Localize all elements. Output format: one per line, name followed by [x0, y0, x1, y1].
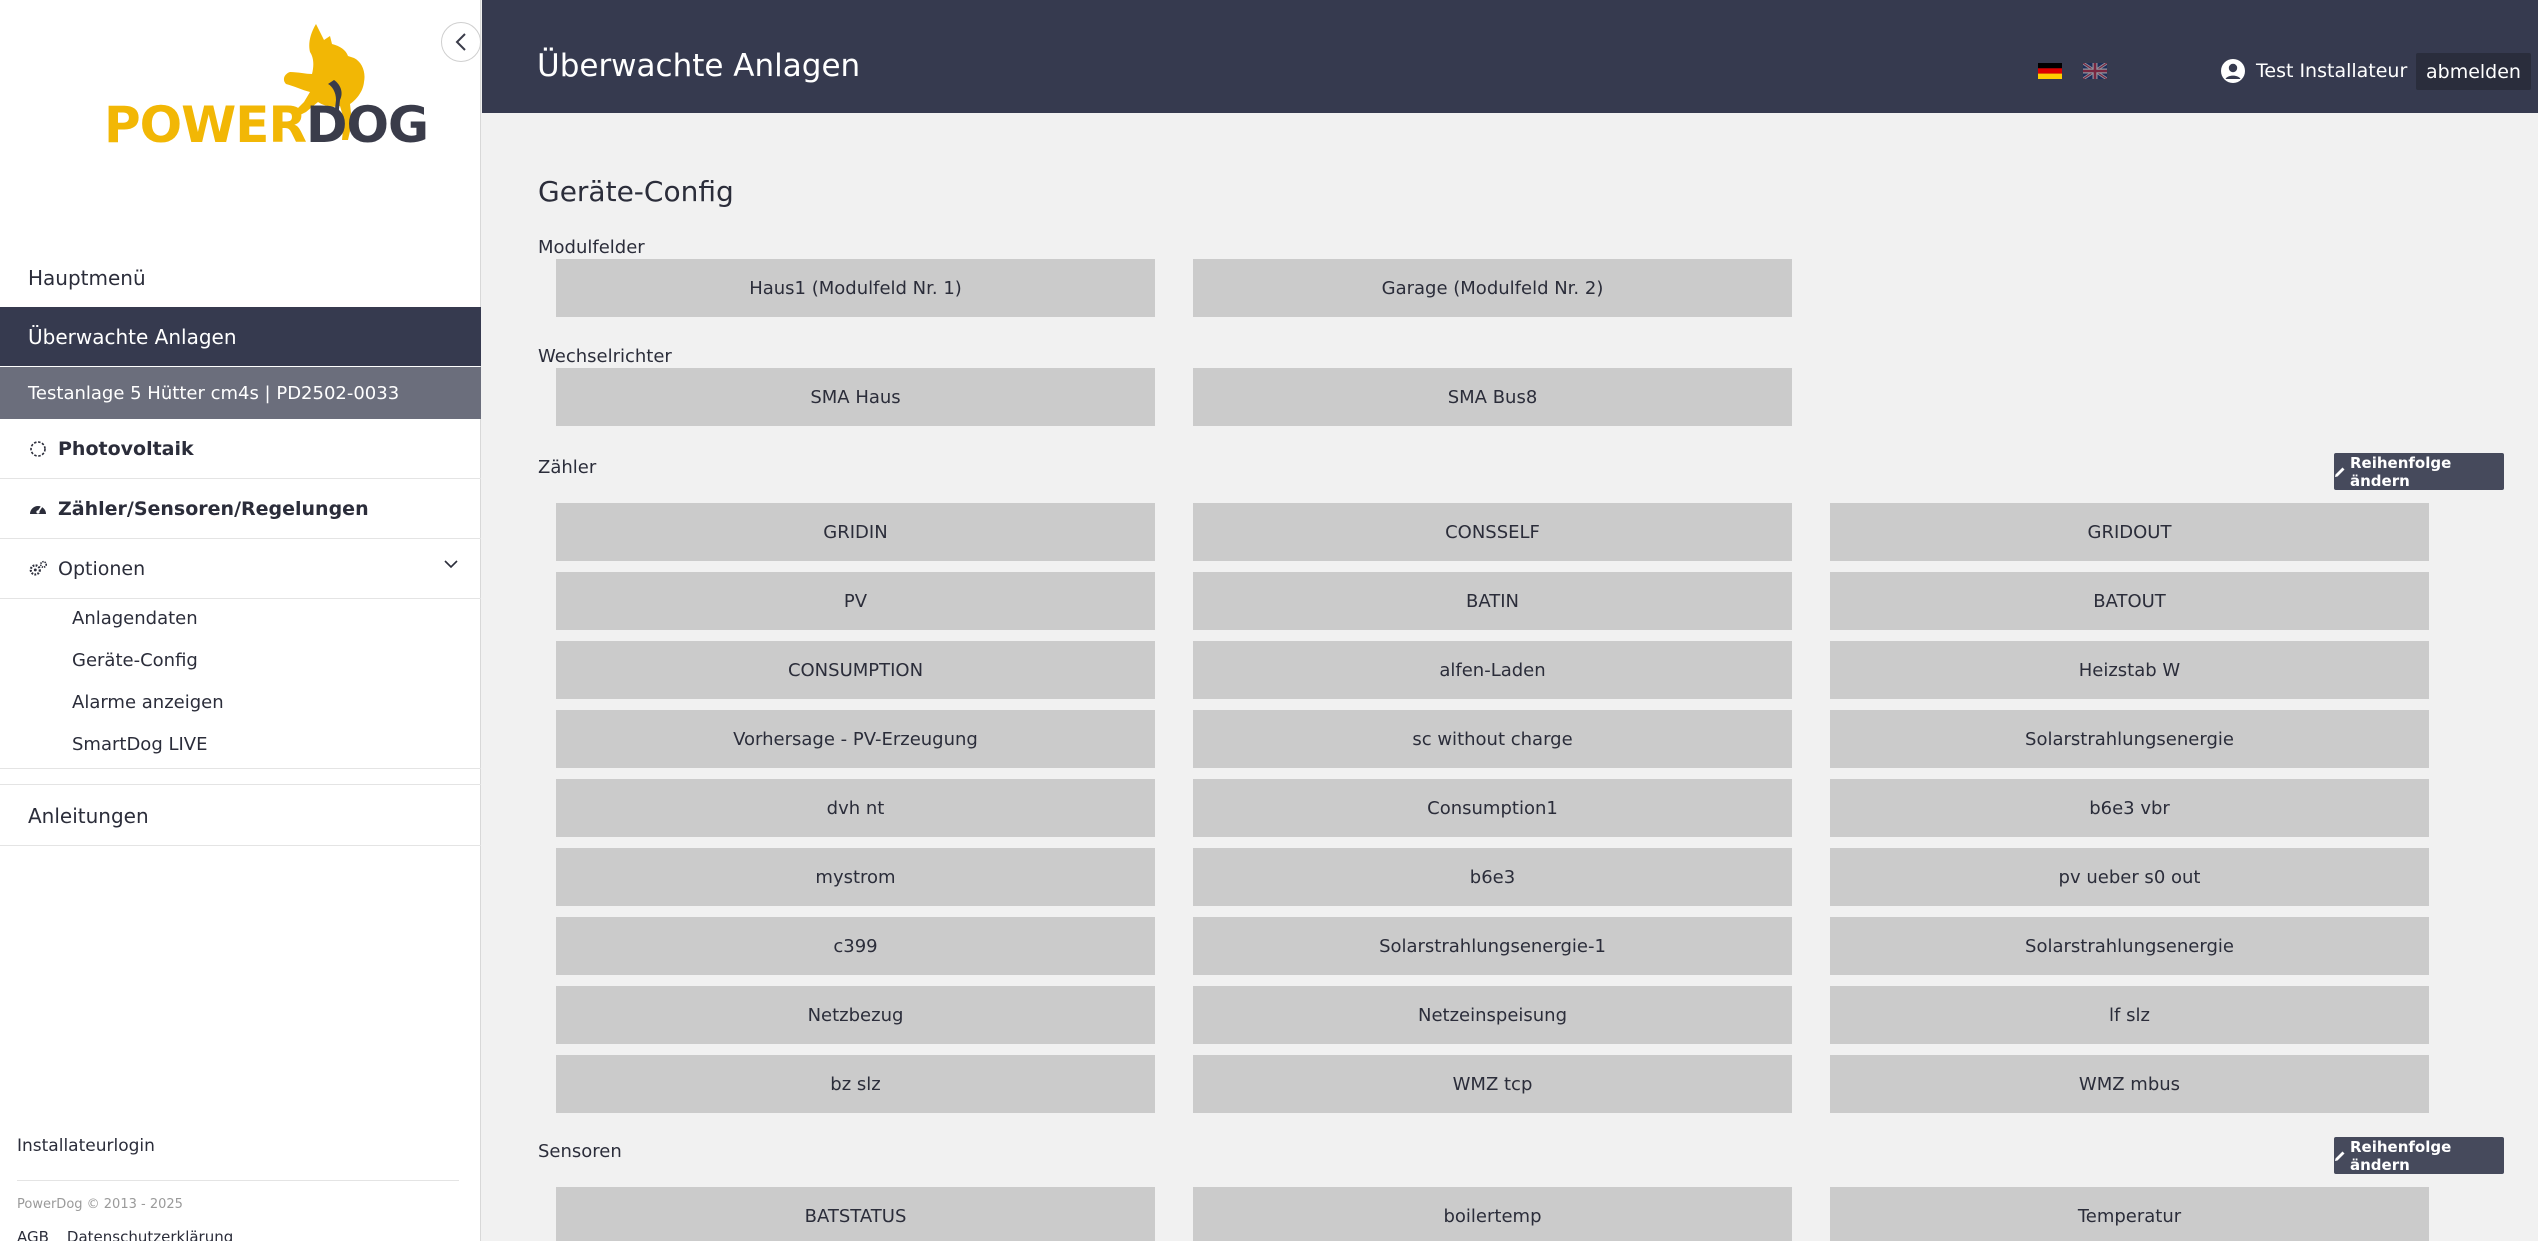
nav-hauptmenu[interactable]: Hauptmenü [0, 248, 481, 307]
zaehler-tile[interactable]: c399 [556, 917, 1155, 975]
divider [17, 1180, 459, 1181]
zaehler-tile[interactable]: GRIDOUT [1830, 503, 2429, 561]
zaehler-tile[interactable]: GRIDIN [556, 503, 1155, 561]
reorder-sensoren-button[interactable]: Reihenfolge ändern [2334, 1137, 2504, 1174]
wechselrichter-tile[interactable]: SMA Haus [556, 368, 1155, 426]
zaehler-tile[interactable]: pv ueber s0 out [1830, 848, 2429, 906]
gears-icon [28, 559, 48, 579]
page-title: Geräte-Config [538, 175, 734, 208]
zaehler-tile[interactable]: Netzeinspeisung [1193, 986, 1792, 1044]
section-label-wechselrichter: Wechselrichter [538, 346, 672, 367]
modulfeld-tile[interactable]: Garage (Modulfeld Nr. 2) [1193, 259, 1792, 317]
pencil-icon [2334, 1150, 2346, 1162]
copyright-text: PowerDog © 2013 - 2025 [17, 1197, 183, 1212]
page-header-title: Überwachte Anlagen [537, 48, 861, 84]
zaehler-tile[interactable]: Solarstrahlungsenergie [1830, 917, 2429, 975]
reorder-label: Reihenfolge ändern [2350, 453, 2452, 490]
sun-icon [28, 439, 48, 459]
sidebar: POWERDOG Hauptmenü Überwachte Anlagen Te… [0, 0, 481, 1241]
nav-zaehler-label: Zähler/Sensoren/Regelungen [58, 497, 369, 520]
sensor-tile[interactable]: BATSTATUS [556, 1187, 1155, 1241]
zaehler-tile[interactable]: BATIN [1193, 572, 1792, 630]
zaehler-tile[interactable]: b6e3 vbr [1830, 779, 2429, 837]
sensor-tile[interactable]: Temperatur [1830, 1187, 2429, 1241]
footer-links: AGB Datenschutzerklärung [17, 1228, 251, 1241]
zaehler-tile[interactable]: dvh nt [556, 779, 1155, 837]
section-label-sensoren: Sensoren [538, 1141, 622, 1162]
zaehler-tile[interactable]: sc without charge [1193, 710, 1792, 768]
nav-current-anlage[interactable]: Testanlage 5 Hütter cm4s | PD2502-0033 [0, 367, 481, 419]
zaehler-tile[interactable]: Vorhersage - PV-Erzeugung [556, 710, 1155, 768]
nav-geraete-config[interactable]: Geräte-Config [72, 650, 198, 671]
zaehler-tile[interactable]: Consumption1 [1193, 779, 1792, 837]
divider [0, 784, 481, 785]
zaehler-tile[interactable]: CONSUMPTION [556, 641, 1155, 699]
zaehler-tile[interactable]: Solarstrahlungsenergie-1 [1193, 917, 1792, 975]
nav-anlagendaten[interactable]: Anlagendaten [72, 608, 198, 629]
wechselrichter-tile[interactable]: SMA Bus8 [1193, 368, 1792, 426]
section-label-modulfelder: Modulfelder [538, 237, 645, 258]
nav-smartdog-live[interactable]: SmartDog LIVE [72, 734, 208, 755]
zaehler-tile[interactable]: Netzbezug [556, 986, 1155, 1044]
zaehler-tile[interactable]: b6e3 [1193, 848, 1792, 906]
sensor-tile[interactable]: boilertemp [1193, 1187, 1792, 1241]
gauge-icon [28, 499, 48, 519]
zaehler-tile[interactable]: Heizstab W [1830, 641, 2429, 699]
zaehler-tile[interactable]: BATOUT [1830, 572, 2429, 630]
zaehler-tile[interactable]: WMZ tcp [1193, 1055, 1792, 1113]
chevron-left-icon [455, 33, 466, 51]
nav-optionen-label: Optionen [58, 557, 146, 580]
zaehler-tile[interactable]: PV [556, 572, 1155, 630]
uk-flag-icon[interactable] [2083, 63, 2107, 79]
powerdog-logo[interactable]: POWERDOG [100, 22, 429, 152]
nav-anleitungen[interactable]: Anleitungen [0, 786, 481, 846]
agb-link[interactable]: AGB [17, 1228, 49, 1241]
nav-photovoltaik[interactable]: Photovoltaik [0, 419, 481, 479]
zaehler-tile[interactable]: alfen-Laden [1193, 641, 1792, 699]
logo-text: POWERDOG [104, 96, 429, 154]
modulfeld-tile[interactable]: Haus1 (Modulfeld Nr. 1) [556, 259, 1155, 317]
top-header: Überwachte Anlagen Test Installateur abm… [482, 0, 2538, 113]
datenschutz-link[interactable]: Datenschutzerklärung [67, 1228, 233, 1241]
user-name: Test Installateur [2256, 60, 2408, 82]
zaehler-tile[interactable]: CONSSELF [1193, 503, 1792, 561]
collapse-sidebar-button[interactable] [441, 22, 481, 62]
zaehler-tile[interactable]: WMZ mbus [1830, 1055, 2429, 1113]
reorder-label: Reihenfolge ändern [2350, 1137, 2452, 1174]
nav-photovoltaik-label: Photovoltaik [58, 437, 194, 460]
chevron-down-icon [444, 560, 458, 569]
zaehler-tile[interactable]: bz slz [556, 1055, 1155, 1113]
nav-alarme-anzeigen[interactable]: Alarme anzeigen [72, 692, 224, 713]
nav-zaehler-sensoren[interactable]: Zähler/Sensoren/Regelungen [0, 479, 481, 539]
zaehler-tile[interactable]: lf slz [1830, 986, 2429, 1044]
section-label-zaehler: Zähler [538, 457, 597, 478]
user-menu[interactable]: Test Installateur [2220, 58, 2407, 84]
nav-ueberwachte-anlagen[interactable]: Überwachte Anlagen [0, 307, 481, 366]
pencil-icon [2334, 466, 2346, 478]
zaehler-tile[interactable]: mystrom [556, 848, 1155, 906]
nav-optionen[interactable]: Optionen [0, 539, 481, 599]
german-flag-icon[interactable] [2038, 63, 2062, 79]
reorder-zaehler-button[interactable]: Reihenfolge ändern [2334, 453, 2504, 490]
installateurlogin-link[interactable]: Installateurlogin [17, 1136, 155, 1156]
divider [0, 768, 481, 769]
zaehler-tile[interactable]: Solarstrahlungsenergie [1830, 710, 2429, 768]
user-circle-icon [2221, 59, 2245, 83]
logout-button[interactable]: abmelden [2416, 53, 2531, 90]
